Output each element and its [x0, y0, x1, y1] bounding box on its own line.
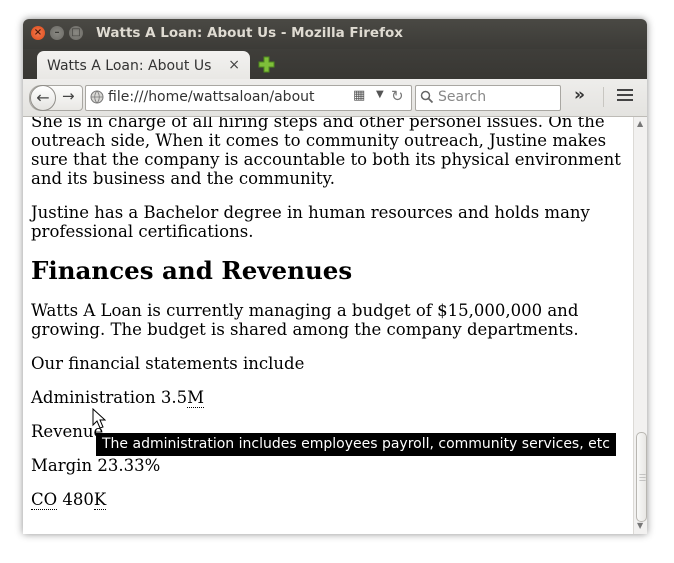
- hamburger-menu-icon[interactable]: [617, 89, 633, 104]
- paragraph-statements: Our financial statements include: [31, 354, 305, 373]
- abbr-tooltip: The administration includes employees pa…: [96, 433, 616, 456]
- search-icon: [420, 90, 434, 104]
- paragraph-budget: Watts A Loan is currently managing a bud…: [31, 301, 579, 339]
- abbr-thousand[interactable]: K: [93, 490, 107, 510]
- administration-label: Administration 3.5: [31, 388, 188, 407]
- maximize-window-icon[interactable]: □: [69, 26, 83, 40]
- abbr-million[interactable]: M: [187, 388, 204, 408]
- line-margin: Margin 23.33%: [31, 456, 161, 475]
- tab-title: Watts A Loan: About Us: [47, 58, 212, 74]
- navigation-toolbar: ← → file:///home/wattsaloan/about ▦ ▼ ↻ …: [23, 79, 647, 117]
- title-bar[interactable]: × – □ Watts A Loan: About Us - Mozilla F…: [23, 19, 647, 49]
- reload-icon[interactable]: ↻: [391, 87, 404, 105]
- globe-icon: [90, 90, 104, 104]
- page-body: She is in charge of all hiring steps and…: [31, 117, 621, 524]
- scroll-up-icon[interactable]: ▲: [637, 119, 643, 128]
- url-text[interactable]: file:///home/wattsaloan/about: [108, 89, 348, 105]
- vertical-scrollbar[interactable]: ▲ — — — ▼: [633, 117, 647, 534]
- back-arrow-icon[interactable]: ←: [30, 85, 56, 111]
- page-content[interactable]: She is in charge of all hiring steps and…: [23, 117, 633, 534]
- section-heading: Finances and Revenues: [31, 256, 353, 285]
- window-title: Watts A Loan: About Us - Mozilla Firefox: [96, 25, 403, 41]
- tab-strip: Watts A Loan: About Us ×: [23, 49, 647, 81]
- overflow-chevron-icon[interactable]: »: [574, 85, 585, 105]
- search-bar[interactable]: [415, 85, 561, 111]
- line-co: CO 480K: [31, 490, 621, 510]
- minimize-window-icon[interactable]: –: [50, 26, 64, 40]
- toolbar-separator: [603, 87, 604, 107]
- dropdown-arrow-icon[interactable]: ▼: [376, 89, 384, 100]
- co-value: 480: [57, 490, 94, 509]
- scrollbar-grip-icon: — — —: [639, 470, 646, 484]
- scrollbar-thumb[interactable]: — — —: [636, 432, 647, 522]
- paragraph-hiring: She is in charge of all hiring steps and…: [31, 117, 621, 188]
- tab-about-us[interactable]: Watts A Loan: About Us ×: [37, 51, 250, 81]
- browser-window: × – □ Watts A Loan: About Us - Mozilla F…: [23, 19, 647, 534]
- back-forward-group: ← →: [29, 85, 83, 111]
- line-administration: Administration 3.5M: [31, 388, 621, 408]
- reader-view-icon[interactable]: ▦: [353, 88, 365, 103]
- scroll-down-icon[interactable]: ▼: [637, 521, 643, 530]
- url-bar[interactable]: file:///home/wattsaloan/about ▦ ▼ ↻: [85, 85, 412, 111]
- mouse-cursor-icon: [92, 408, 106, 429]
- abbr-co[interactable]: CO: [31, 490, 58, 510]
- search-input[interactable]: [438, 88, 556, 106]
- new-tab-plus-icon[interactable]: [258, 56, 275, 73]
- paragraph-degree: Justine has a Bachelor degree in human r…: [31, 203, 590, 241]
- forward-arrow-icon[interactable]: →: [62, 87, 75, 105]
- tab-close-icon[interactable]: ×: [228, 57, 240, 73]
- close-window-icon[interactable]: ×: [31, 26, 45, 40]
